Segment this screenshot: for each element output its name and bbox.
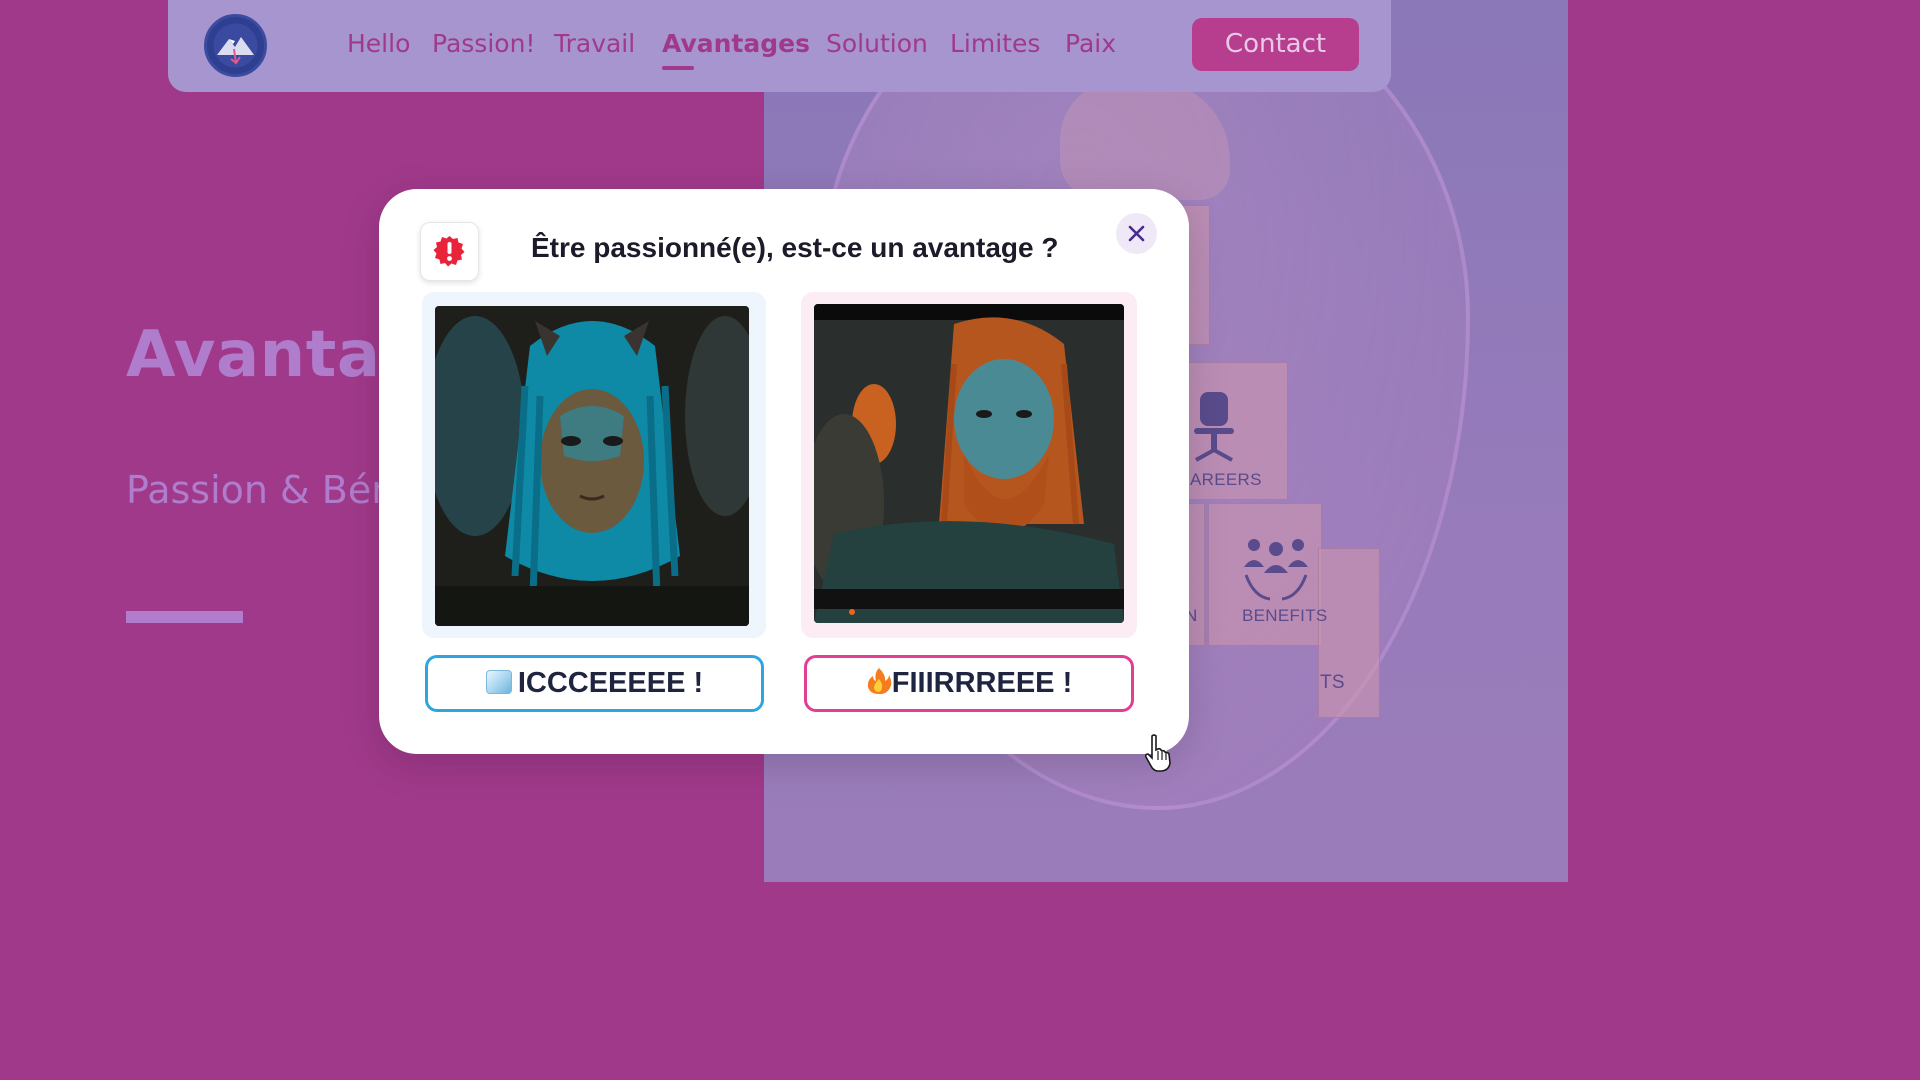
ice-warrior-image	[435, 306, 749, 626]
contact-button[interactable]: Contact	[1192, 18, 1359, 71]
partial-block-label: TS	[1320, 672, 1345, 693]
alert-icon-tile	[420, 222, 479, 281]
nav-link-passion[interactable]: Passion!	[432, 29, 535, 58]
office-chair-icon	[1194, 392, 1234, 462]
fire-icon	[867, 668, 892, 695]
fire-warrior-image	[814, 304, 1124, 623]
fire-answer-label: FIIIRRREEE !	[891, 667, 1073, 699]
nav-link-limites[interactable]: Limites	[950, 29, 1040, 58]
close-button[interactable]	[1116, 213, 1157, 254]
ice-answer-button[interactable]: ICCCEEEEE !	[425, 655, 764, 712]
close-icon	[1128, 225, 1145, 242]
fire-answer-button[interactable]: FIIIRRREEE !	[804, 655, 1134, 712]
nav-link-avantages[interactable]: Avantages	[662, 29, 810, 58]
nav-link-hello[interactable]: Hello	[347, 29, 410, 58]
hero-divider	[126, 611, 243, 623]
alpescraft-logo[interactable]	[204, 14, 267, 77]
team-people-icon	[1244, 539, 1308, 601]
ice-cube-icon	[485, 670, 512, 694]
ice-answer-label: ICCCEEEEE !	[517, 667, 704, 699]
active-nav-indicator	[662, 66, 694, 70]
nav-link-travail[interactable]: Travail	[554, 29, 635, 58]
nav-link-solution[interactable]: Solution	[826, 29, 928, 58]
logo-mark-icon	[213, 23, 258, 68]
hand-pointer-cursor-icon	[1144, 734, 1171, 772]
nav-link-paix[interactable]: Paix	[1065, 29, 1116, 58]
hero-subtitle: Passion & Bén	[126, 468, 396, 512]
alert-badge-icon	[433, 236, 465, 267]
benefits-label: BENEFITS	[1242, 606, 1328, 625]
careers-label: AREERS	[1190, 470, 1262, 489]
modal-title: Être passionné(e), est-ce un avantage ?	[531, 232, 1059, 263]
